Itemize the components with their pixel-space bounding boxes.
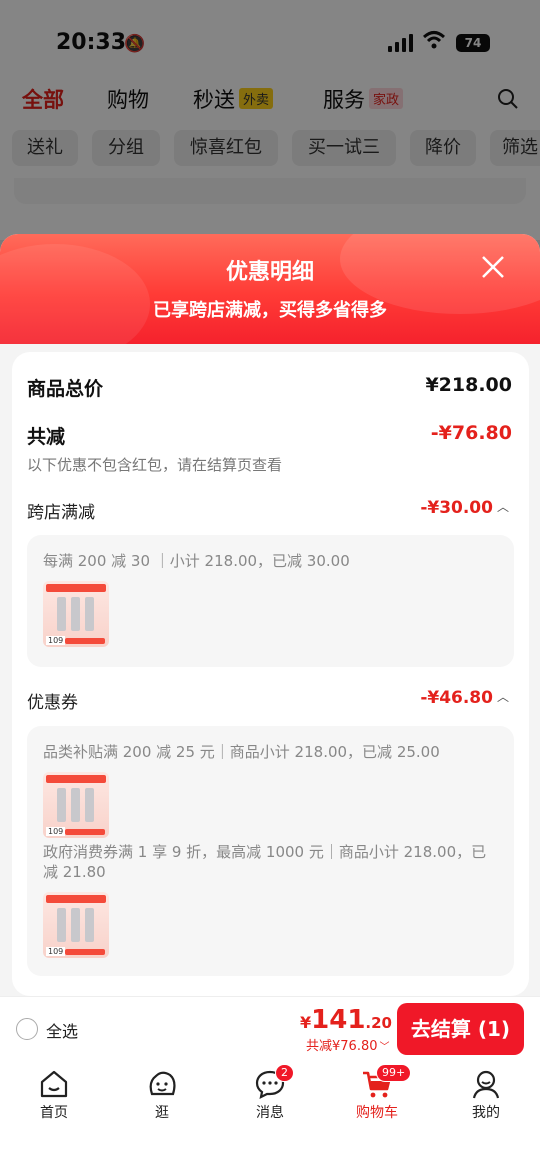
bottom-tab-bar: 首页 逛 消息 2 购物车 99+ 我的 [0, 1060, 540, 1174]
tab-cart[interactable]: 购物车 99+ [342, 1064, 412, 1122]
coupon-value: -¥46.80 [420, 688, 493, 708]
gov-voucher-rule: 政府消费券满 1 享 9 折，最高减 1000 元｜商品小计 218.00，已减… [43, 843, 487, 881]
thumb-tube [85, 597, 94, 631]
cross-store-label: 跨店满减 [27, 503, 95, 523]
coupon-toggle[interactable]: -¥46.80 ︿ [420, 688, 509, 708]
thumb-tube [85, 788, 94, 822]
thumb-tube [57, 788, 66, 822]
saved-amount: 共减¥76.80 [306, 1039, 378, 1054]
sheet-subtitle: 已享跨店满减，买得多省得多 [153, 300, 387, 321]
price-currency: ¥ [300, 1013, 312, 1032]
sheet-title: 优惠明细 [225, 260, 314, 285]
thumb-banner [46, 895, 106, 903]
price-decimal: .20 [365, 1014, 392, 1032]
home-icon [40, 1070, 68, 1098]
cross-store-box: 每满 200 减 30 ｜小计 218.00，已减 30.00 109 [27, 535, 514, 667]
thumb-price: 109 [46, 827, 66, 836]
thumb-tube [57, 908, 66, 942]
select-all-radio[interactable] [16, 1018, 38, 1040]
discount-value: -¥76.80 [430, 422, 512, 444]
coupon-box: 品类补贴满 200 减 25 元｜商品小计 218.00，已减 25.00 10… [27, 726, 514, 976]
thumb-bar [65, 949, 105, 955]
total-label: 商品总价 [27, 378, 104, 400]
discount-label: 共减 [27, 426, 66, 448]
thumb-bar [65, 638, 105, 644]
overlay-dim[interactable] [0, 0, 540, 240]
price-integer: 141 [311, 1005, 366, 1035]
tab-messages-label: 消息 [256, 1105, 284, 1121]
chevron-up-icon: ︿ [496, 690, 509, 704]
category-subsidy-rule: 品类补贴满 200 减 25 元｜商品小计 218.00，已减 25.00 [43, 743, 440, 761]
thumb-price: 109 [46, 947, 66, 956]
thumb-bar [65, 829, 105, 835]
person-icon [472, 1070, 500, 1099]
close-icon[interactable] [480, 254, 506, 280]
tab-messages[interactable]: 消息 2 [235, 1064, 305, 1122]
message-badge: 2 [275, 1064, 294, 1082]
chevron-up-icon: ︿ [496, 500, 509, 514]
product-thumbnail[interactable]: 109 [43, 892, 109, 958]
sheet-header: 优惠明细 已享跨店满减，买得多省得多 [0, 234, 540, 364]
saved-amount-toggle[interactable]: 共减¥76.80 ﹀ [306, 1035, 390, 1054]
cart-badge: 99+ [376, 1064, 412, 1082]
tab-mine-label: 我的 [472, 1105, 500, 1121]
thumb-tube [85, 908, 94, 942]
product-thumbnail[interactable]: 109 [43, 772, 109, 838]
cross-store-toggle[interactable]: -¥30.00 ︿ [420, 498, 509, 518]
tab-cart-label: 购物车 [356, 1105, 398, 1121]
total-value: ¥218.00 [425, 374, 512, 396]
checkout-button[interactable]: 去结算 (1) [397, 1003, 524, 1055]
tab-home[interactable]: 首页 [19, 1068, 89, 1122]
tab-mine[interactable]: 我的 [451, 1068, 521, 1122]
chevron-down-icon: ﹀ [379, 1042, 390, 1053]
thumb-banner [46, 775, 106, 783]
tab-browse[interactable]: 逛 [127, 1068, 197, 1122]
tab-home-label: 首页 [40, 1105, 68, 1121]
thumb-banner [46, 584, 106, 592]
thumb-price: 109 [46, 636, 66, 645]
tab-browse-label: 逛 [155, 1105, 169, 1121]
thumb-tube [71, 597, 80, 631]
thumb-tube [57, 597, 66, 631]
product-thumbnail[interactable]: 109 [43, 581, 109, 647]
smile-face-icon [149, 1071, 176, 1096]
coupon-label: 优惠券 [27, 693, 78, 713]
total-price: ¥141.20 [300, 1005, 392, 1035]
thumb-tube [71, 788, 80, 822]
cross-store-rule: 每满 200 减 30 ｜小计 218.00，已减 30.00 [43, 552, 350, 570]
thumb-tube [71, 908, 80, 942]
select-all-label[interactable]: 全选 [46, 1018, 78, 1042]
discount-note: 以下优惠不包含红包，请在结算页查看 [27, 456, 283, 474]
checkout-bar: 全选 ¥141.20 共减¥76.80 ﹀ 去结算 (1) [0, 996, 540, 1060]
discount-card: 商品总价 ¥218.00 共减 -¥76.80 以下优惠不包含红包，请在结算页查… [12, 352, 529, 996]
cross-store-value: -¥30.00 [420, 498, 493, 518]
